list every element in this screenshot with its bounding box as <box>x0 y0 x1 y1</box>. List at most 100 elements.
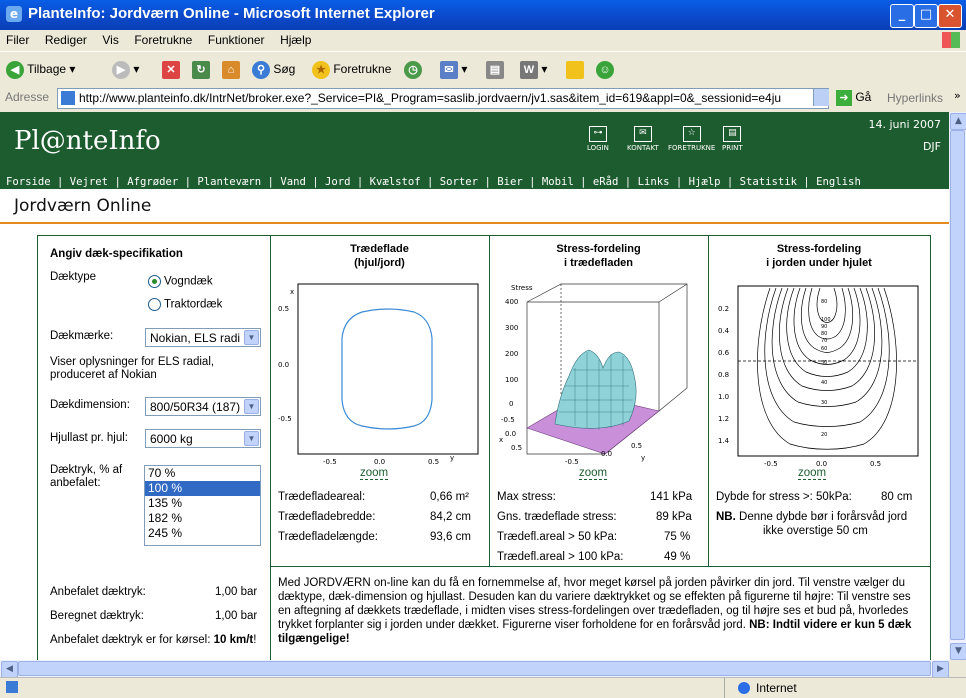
jordvaern-panel: Angiv dæk-specifikation Dæktype Vogndæk … <box>37 235 931 660</box>
daektryk-listbox[interactable]: 70 % 100 % 135 % 182 % 245 % <box>144 465 261 546</box>
menu-funktioner[interactable]: Funktioner <box>202 30 271 47</box>
search-icon: ⚲ <box>252 60 270 79</box>
nav-link[interactable]: Vand <box>280 176 306 188</box>
login-link[interactable]: ⊶ LOGIN <box>587 126 609 152</box>
go-button[interactable]: ➜ Gå <box>836 90 871 106</box>
nav-link[interactable]: Links <box>638 176 670 188</box>
menu-rediger[interactable]: Rediger <box>39 30 93 47</box>
chart2-zoom-link[interactable]: zoom <box>579 467 608 480</box>
edit-icon: W <box>520 60 538 79</box>
star-icon: ☆ <box>682 126 701 142</box>
site-header: Pl@nteInfo ⊶ LOGIN ✉ KONTAKT ☆ FORETRUKNE ▤… <box>0 112 949 189</box>
scroll-right-icon[interactable]: ▶ <box>932 661 949 678</box>
nav-link[interactable]: Planteværn <box>197 176 261 188</box>
chart3-title-line: Stress-fordeling <box>776 243 862 255</box>
daekdimension-value: 800/50R34 (187) <box>150 400 241 414</box>
horizontal-scrollbar[interactable]: ◀ ▶ <box>0 660 949 678</box>
history-button[interactable]: ◷ <box>404 58 422 80</box>
messenger-button[interactable]: ☺ <box>596 58 614 80</box>
vertical-scroll-thumb[interactable] <box>950 130 965 640</box>
search-label: Søg <box>273 62 296 76</box>
home-button[interactable]: ⌂ <box>222 58 240 80</box>
stop-button[interactable]: ✕ <box>162 58 180 80</box>
stat-value: 84,2 cm <box>430 511 471 523</box>
nav-link[interactable]: English <box>816 176 861 188</box>
chart1-xtick: 0.0 <box>374 458 385 466</box>
nav-link[interactable]: Mobil <box>542 176 574 188</box>
nav-link[interactable]: Vejret <box>70 176 108 188</box>
printer-icon: ▤ <box>723 126 742 142</box>
page-viewport: Pl@nteInfo ⊶ LOGIN ✉ KONTAKT ☆ FORETRUKNE ▤… <box>0 112 949 660</box>
contour-label: 20 <box>821 432 827 438</box>
chart3-title: Stress-fordeling i jorden under hjulet <box>708 242 930 270</box>
menu-hjaelp[interactable]: Hjælp <box>274 30 317 47</box>
address-dropdown[interactable] <box>813 89 829 106</box>
go-label: Gå <box>855 90 872 105</box>
chart1-ylabel: x <box>290 288 294 296</box>
kontakt-link[interactable]: ✉ KONTAKT <box>627 126 659 152</box>
minimize-button[interactable]: _ <box>890 4 914 28</box>
chart2-ztick: 0 <box>509 400 513 408</box>
scroll-up-icon[interactable]: ▲ <box>950 113 966 130</box>
nav-link[interactable]: eRåd <box>593 176 619 188</box>
search-button[interactable]: ⚲ Søg <box>252 58 295 80</box>
nav-link[interactable]: Bier <box>497 176 523 188</box>
print-button[interactable]: ▤ <box>486 58 504 80</box>
nav-separator: | <box>420 176 440 188</box>
nav-link[interactable]: Statistik <box>740 176 797 188</box>
scroll-down-icon[interactable]: ▼ <box>950 643 966 660</box>
chart1-zoom-link[interactable]: zoom <box>360 467 389 480</box>
nav-link[interactable]: Hjælp <box>689 176 721 188</box>
forward-button[interactable]: ▶ ▾ <box>112 58 139 80</box>
back-button[interactable]: ◀ Tilbage ▾ <box>6 58 75 80</box>
site-logo[interactable]: Pl@nteInfo <box>14 126 161 156</box>
menu-foretrukne[interactable]: Foretrukne <box>128 30 198 47</box>
listbox-option[interactable]: 245 % <box>145 526 260 541</box>
status-bar: Internet <box>0 677 966 698</box>
contour-label: 50 <box>821 360 827 366</box>
hjullast-select[interactable]: 6000 kg ▼ <box>145 429 261 448</box>
korsel-line: Anbefalet dæktryk er for kørsel: 10 km/t… <box>50 634 256 646</box>
daekmaerke-select[interactable]: Nokian, ELS radi ▼ <box>145 328 261 347</box>
address-input[interactable]: http://www.planteinfo.dk/IntrNet/broker.… <box>57 88 829 109</box>
listbox-option-selected[interactable]: 100 % <box>145 481 260 496</box>
foretrukne-link[interactable]: ☆ FORETRUKNE <box>668 126 715 152</box>
listbox-option[interactable]: 135 % <box>145 496 260 511</box>
vertical-scrollbar[interactable]: ▲ ▼ <box>949 112 966 660</box>
radio-vogndaek[interactable]: Vogndæk <box>148 275 213 288</box>
maximize-button[interactable]: □ <box>914 4 938 28</box>
close-button[interactable]: ✕ <box>938 4 962 28</box>
listbox-option[interactable]: 182 % <box>145 511 260 526</box>
horizontal-scroll-thumb[interactable] <box>18 661 931 676</box>
chart3-zoom-link[interactable]: zoom <box>798 467 827 480</box>
menu-filer[interactable]: Filer <box>0 30 35 47</box>
hjullast-label: Hjullast pr. hjul: <box>50 432 128 444</box>
stat-value: 0,66 m² <box>430 491 469 503</box>
folder-button[interactable] <box>566 58 584 80</box>
chevron-icon[interactable]: » <box>954 89 961 102</box>
chart2-ytick: 0.0 <box>601 450 612 458</box>
nav-separator: | <box>522 176 542 188</box>
radio-traktordaek[interactable]: Traktordæk <box>148 298 222 311</box>
nav-link[interactable]: Kvælstof <box>370 176 421 188</box>
chart2-title-line: Stress-fordeling <box>556 243 641 255</box>
contour-label: 100 <box>821 317 831 323</box>
hyperlinks-link[interactable]: Hyperlinks <box>887 91 943 105</box>
scroll-left-icon[interactable]: ◀ <box>1 661 18 678</box>
daekdimension-select[interactable]: 800/50R34 (187) ▼ <box>145 397 261 416</box>
listbox-option[interactable]: 70 % <box>145 466 260 481</box>
menu-vis[interactable]: Vis <box>96 30 124 47</box>
favorites-button[interactable]: ★ Foretrukne <box>312 58 391 80</box>
nav-link[interactable]: Sorter <box>440 176 478 188</box>
key-icon: ⊶ <box>588 126 607 142</box>
edit-button[interactable]: W ▾ <box>520 58 547 80</box>
nav-link[interactable]: Jord <box>325 176 351 188</box>
mail-button[interactable]: ✉ ▾ <box>440 58 467 80</box>
scroll-corner <box>949 660 966 677</box>
go-arrow-icon: ➜ <box>836 90 852 106</box>
nav-link[interactable]: Forside <box>6 176 51 188</box>
nav-link[interactable]: Afgrøder <box>127 176 178 188</box>
print-link[interactable]: ▤ PRINT <box>722 126 743 152</box>
refresh-button[interactable]: ↻ <box>192 58 210 80</box>
daektype-label: Dæktype <box>50 271 97 283</box>
